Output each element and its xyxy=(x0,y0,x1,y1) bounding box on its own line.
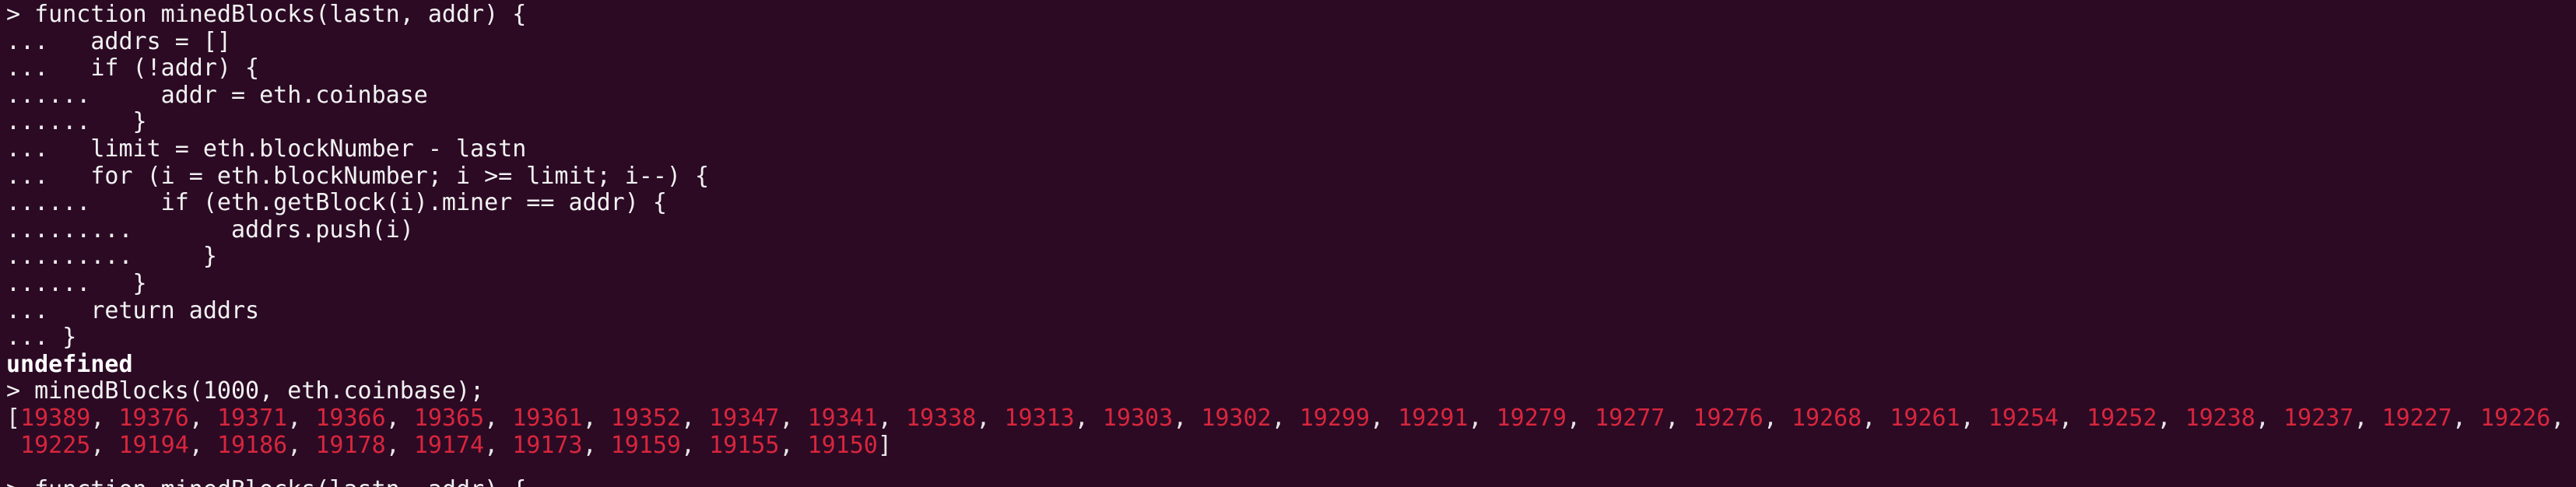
code-line: > function minedBlocks(lastn, addr) { xyxy=(6,1,527,28)
block-number: 19178 xyxy=(315,431,386,459)
block-number: 19361 xyxy=(512,404,583,432)
block-number: 19347 xyxy=(709,404,780,432)
block-number: 19261 xyxy=(1890,404,1960,432)
array-separator: , xyxy=(1370,404,1399,432)
code-line: ...... if (eth.getBlock(i).miner == addr… xyxy=(6,189,667,217)
array-separator: ] xyxy=(877,431,892,459)
block-number: 19194 xyxy=(118,431,189,459)
block-number: 19299 xyxy=(1299,404,1370,432)
code-line: ... addrs = [] xyxy=(6,27,231,55)
array-separator: , xyxy=(681,431,710,459)
array-separator: , xyxy=(188,431,217,459)
block-number: 19173 xyxy=(512,431,583,459)
array-separator: , xyxy=(1271,404,1300,432)
block-number: 19225 xyxy=(20,431,91,459)
code-line: ... limit = eth.blockNumber - lastn xyxy=(6,135,527,163)
result-undefined: undefined xyxy=(6,350,133,378)
code-line: ...... } xyxy=(6,269,147,297)
array-separator: , xyxy=(779,404,808,432)
array-separator: , xyxy=(385,431,414,459)
block-number: 19174 xyxy=(413,431,485,459)
block-number: 19352 xyxy=(610,404,681,432)
array-separator: , xyxy=(1665,404,1693,432)
array-separator: , xyxy=(681,404,710,432)
block-number: 19186 xyxy=(216,431,288,459)
block-number: 19365 xyxy=(413,404,485,432)
array-separator: , xyxy=(2157,404,2185,432)
block-number: 19226 xyxy=(2480,404,2551,432)
block-number: 19291 xyxy=(1398,404,1469,432)
code-line: ...... addr = eth.coinbase xyxy=(6,81,428,109)
array-separator: , xyxy=(1960,404,1988,432)
block-number: 19376 xyxy=(118,404,189,432)
array-separator: , xyxy=(2353,404,2382,432)
block-number: 19227 xyxy=(2381,404,2452,432)
code-line: ......... addrs.push(i) xyxy=(6,215,414,243)
array-separator: , xyxy=(90,431,119,459)
array-punct: [ xyxy=(6,404,21,432)
block-number: 19341 xyxy=(807,404,878,432)
array-punct xyxy=(6,432,20,459)
code-line: ... if (!addr) { xyxy=(6,54,260,82)
array-separator: , xyxy=(582,431,611,459)
block-number: 19279 xyxy=(1496,404,1567,432)
output-row-2: 19225, 19194, 19186, 19178, 19174, 19173… xyxy=(6,431,2576,460)
array-separator: , xyxy=(2058,404,2087,432)
block-number: 19237 xyxy=(2283,404,2354,432)
code-line: ... for (i = eth.blockNumber; i >= limit… xyxy=(6,162,710,190)
code-line: ... return addrs xyxy=(6,296,260,324)
block-number: 19150 xyxy=(807,431,878,459)
block-number: 19371 xyxy=(216,404,288,432)
block-number: 19303 xyxy=(1102,404,1174,432)
array-separator: , xyxy=(1074,404,1103,432)
code-line: ...... } xyxy=(6,108,147,136)
array-separator: , xyxy=(779,431,808,459)
array-separator: , xyxy=(1763,404,1792,432)
array-separator: , xyxy=(287,404,316,432)
output-row-1: [19389, 19376, 19371, 19366, 19365, 1936… xyxy=(6,405,2576,433)
block-number: 19277 xyxy=(1595,404,1665,432)
block-number: 19366 xyxy=(315,404,386,432)
array-separator: , xyxy=(385,404,414,432)
block-number: 19313 xyxy=(1004,404,1075,432)
array-separator: , xyxy=(484,431,513,459)
block-number: 19302 xyxy=(1201,404,1272,432)
array-separator: , xyxy=(2255,404,2284,432)
block-number: 19268 xyxy=(1791,404,1862,432)
block-number: 19338 xyxy=(906,404,977,432)
array-separator: , xyxy=(877,404,906,432)
array-separator: , xyxy=(484,404,513,432)
block-number: 19159 xyxy=(610,431,681,459)
array-separator: , xyxy=(188,404,217,432)
array-separator: , xyxy=(582,404,611,432)
array-separator: , xyxy=(2451,404,2480,432)
array-separator: , xyxy=(1862,404,1890,432)
code-line: ......... } xyxy=(6,243,217,271)
array-separator: , xyxy=(90,404,119,432)
array-separator: , xyxy=(1468,404,1497,432)
terminal-window[interactable]: > function minedBlocks(lastn, addr) { ..… xyxy=(0,0,2576,487)
block-number: 19254 xyxy=(1988,404,2059,432)
array-separator: , xyxy=(287,431,316,459)
partial-line: > function minedBlocks(lastn, addr) { xyxy=(6,476,526,487)
array-separator: , xyxy=(1173,404,1202,432)
command-line: > minedBlocks(1000, eth.coinbase); xyxy=(6,377,485,405)
array-separator: , xyxy=(2550,404,2565,432)
block-number: 19238 xyxy=(2185,404,2255,432)
code-line: ... } xyxy=(6,324,77,352)
block-number: 19155 xyxy=(709,431,780,459)
array-separator: , xyxy=(976,404,1005,432)
block-number: 19252 xyxy=(2086,404,2157,432)
array-separator: , xyxy=(1566,404,1595,432)
block-number: 19389 xyxy=(20,404,91,432)
block-number: 19276 xyxy=(1693,404,1764,432)
